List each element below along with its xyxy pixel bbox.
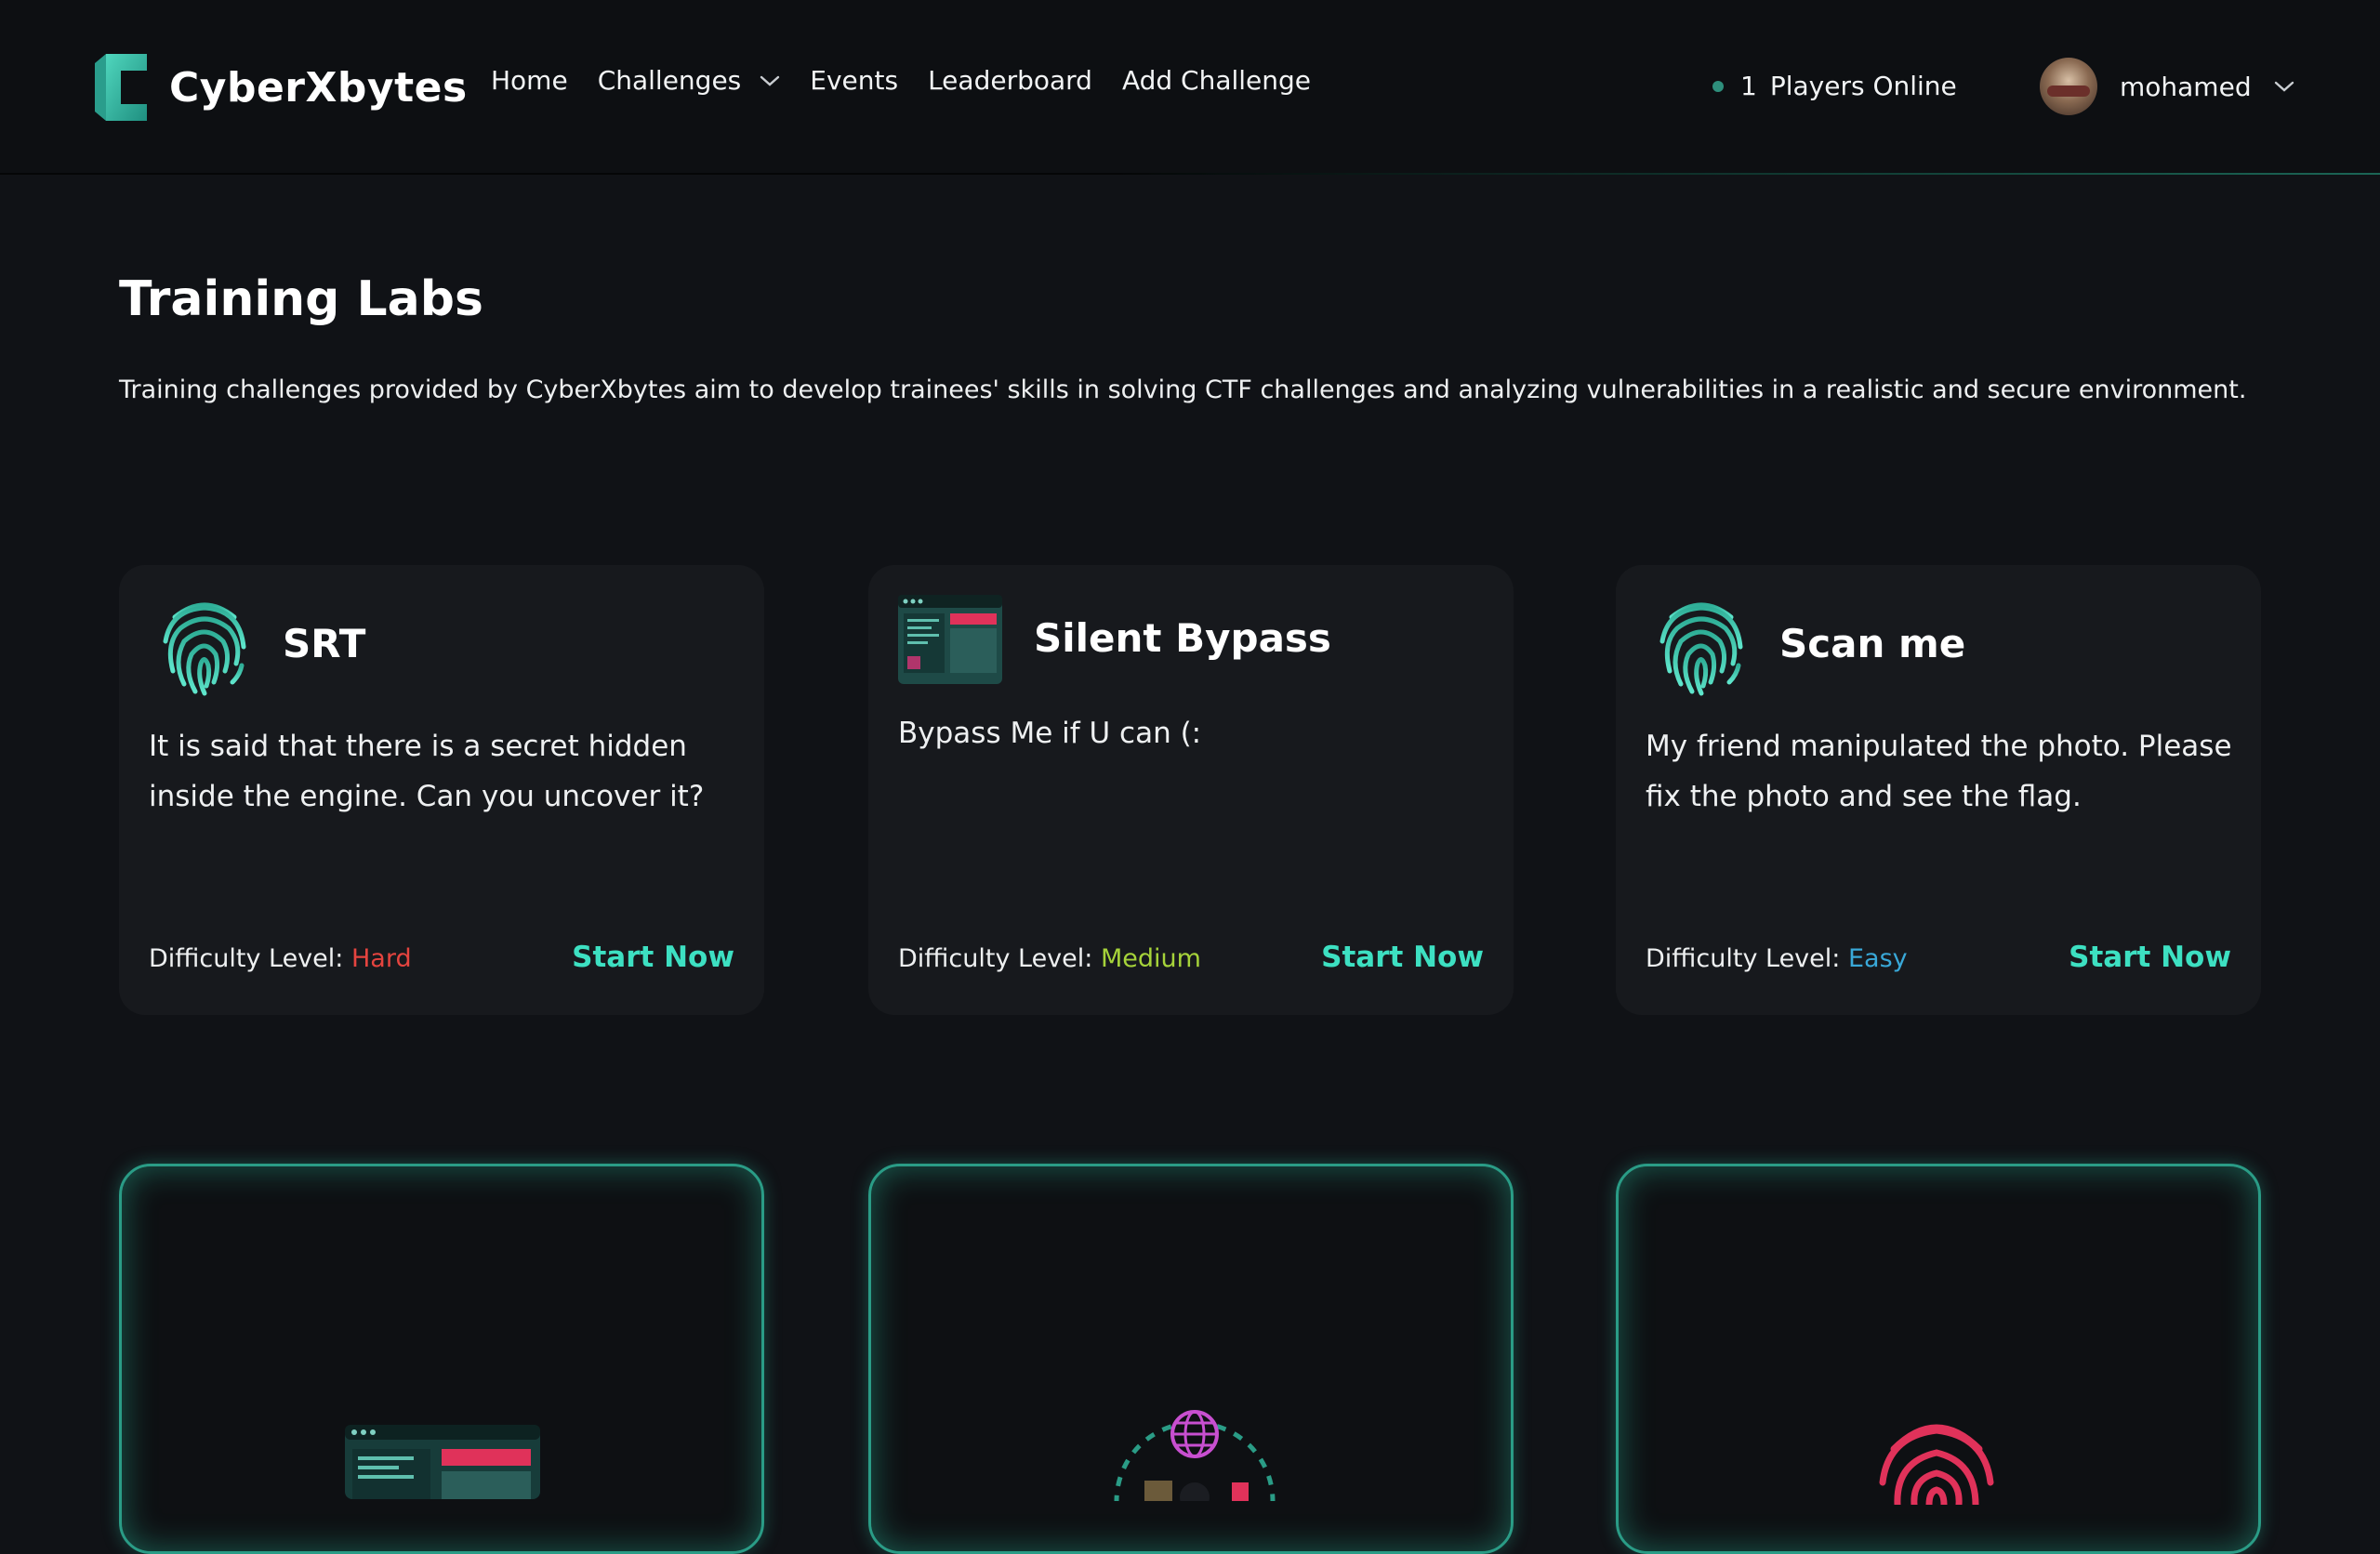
lab-card: Scan me My friend manipulated the photo.… (1616, 565, 2261, 1015)
fingerprint-icon (1879, 1424, 1994, 1505)
username: mohamed (2120, 71, 2252, 102)
card-description: My friend manipulated the photo. Please … (1646, 730, 2232, 813)
user-menu[interactable]: mohamed (2040, 58, 2294, 115)
players-online-label: Players Online (1769, 71, 1957, 101)
difficulty-label: Difficulty Level: (149, 944, 344, 973)
difficulty-value: Easy (1847, 944, 1908, 973)
start-now-button[interactable]: Start Now (1321, 941, 1484, 974)
brand-logo-icon (95, 54, 147, 121)
start-now-button[interactable]: Start Now (572, 941, 734, 974)
brand-name: CyberXbytes (169, 63, 468, 112)
card-title: SRT (283, 621, 366, 666)
chevron-down-icon (2274, 81, 2294, 92)
difficulty-value: Hard (350, 944, 412, 973)
lab-card: SRT It is said that there is a secret hi… (119, 565, 764, 1015)
browser-window-icon (898, 595, 1002, 684)
nav-leaderboard[interactable]: Leaderboard (928, 65, 1092, 96)
card-title: Silent Bypass (1034, 615, 1331, 661)
page-title: Training Labs (119, 271, 483, 327)
fingerprint-icon (1659, 602, 1743, 696)
featured-lab-card[interactable] (868, 1164, 1514, 1554)
players-online-indicator: 1 Players Online (1712, 71, 1957, 101)
difficulty-value: Medium (1100, 944, 1201, 973)
nav-events[interactable]: Events (810, 65, 898, 96)
card-description: It is said that there is a secret hidden… (149, 730, 705, 813)
difficulty-label: Difficulty Level: (898, 944, 1093, 973)
top-navbar: CyberXbytes Home Challenges Events Leade… (0, 0, 2380, 175)
difficulty-label: Difficulty Level: (1646, 944, 1841, 973)
players-online-count: 1 (1740, 71, 1757, 101)
start-now-button[interactable]: Start Now (2069, 941, 2231, 974)
difficulty-level: Difficulty Level: Hard (149, 944, 412, 973)
nav-challenges-label: Challenges (597, 65, 742, 96)
chevron-down-icon (760, 75, 780, 86)
difficulty-level: Difficulty Level: Easy (1646, 944, 1908, 973)
difficulty-level: Difficulty Level: Medium (898, 944, 1201, 973)
card-description: Bypass Me if U can (: (898, 717, 1202, 750)
nav-challenges-dropdown[interactable]: Challenges (598, 65, 781, 96)
main-nav: Home Challenges Events Leaderboard Add C… (491, 65, 1341, 96)
featured-lab-card[interactable] (119, 1164, 764, 1554)
avatar (2040, 58, 2097, 115)
nav-home[interactable]: Home (491, 65, 568, 96)
nav-add-challenge[interactable]: Add Challenge (1122, 65, 1311, 96)
online-status-dot-icon (1712, 80, 1724, 92)
fingerprint-icon (163, 602, 246, 696)
brand-logo[interactable]: CyberXbytes (93, 50, 468, 125)
card-title: Scan me (1779, 621, 1966, 666)
page-description: Training challenges provided by CyberXby… (119, 375, 2247, 404)
lab-card: Silent Bypass Bypass Me if U can (: Diff… (868, 565, 1514, 1015)
featured-lab-card[interactable] (1616, 1164, 2261, 1554)
globe-network-icon (1114, 1410, 1276, 1501)
browser-window-icon (345, 1425, 540, 1499)
